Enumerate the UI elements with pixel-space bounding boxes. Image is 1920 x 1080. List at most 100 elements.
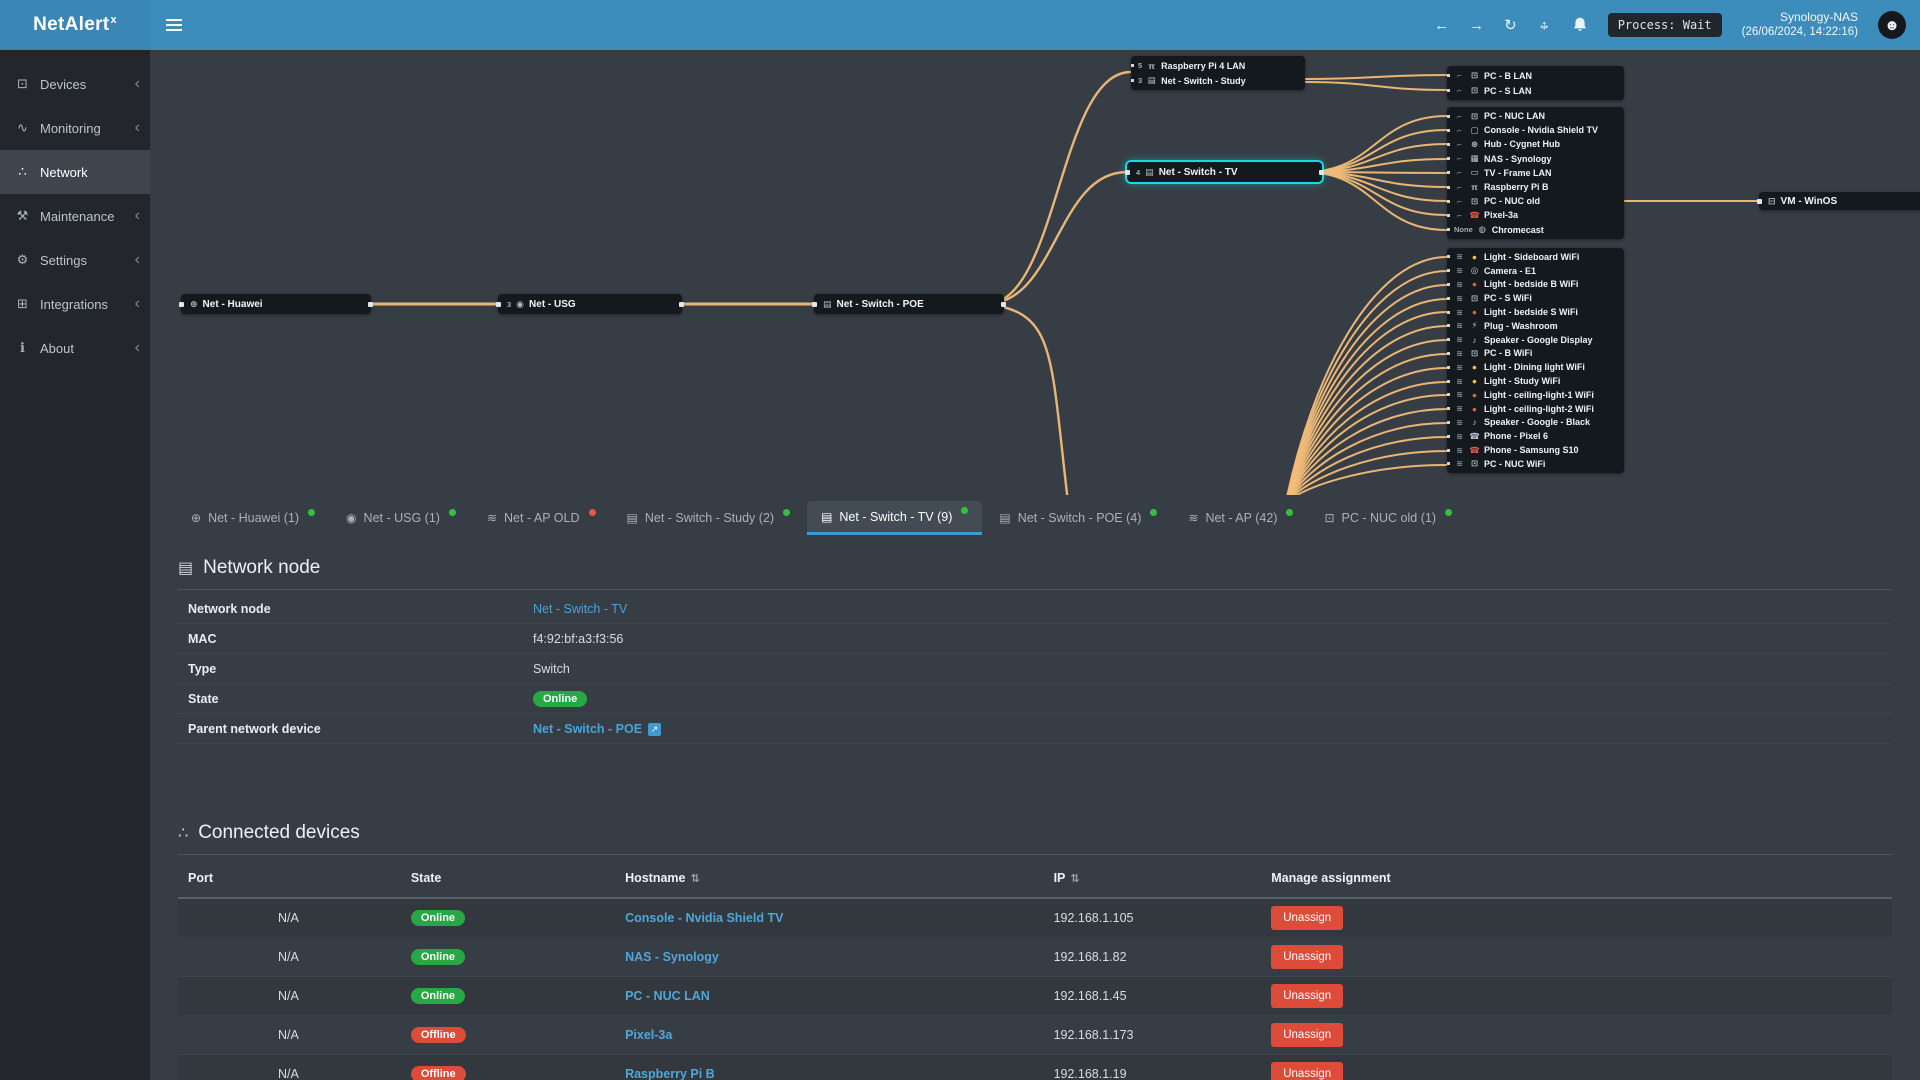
sidebar-item-network[interactable]: ∴ Network <box>0 150 150 194</box>
tab-net-huawei-1[interactable]: ⊕ Net - Huawei (1) <box>177 501 329 535</box>
sidebar-item-monitoring[interactable]: ∿ Monitoring ‹ <box>0 106 150 150</box>
tree-device-label: Raspberry Pi 4 LAN <box>1161 60 1246 71</box>
tree-device-raspberry-pi-4-lan[interactable]: 5 π Raspberry Pi 4 LAN <box>1131 58 1305 73</box>
unassign-button[interactable]: Unassign <box>1271 906 1344 930</box>
server-icon: ▤ <box>178 560 194 577</box>
tree-device-hub-cygnet-hub[interactable]: ⌐ ⊛ Hub - Cygnet Hub <box>1447 137 1624 151</box>
tree-device-net-switch-study[interactable]: 3 ▤ Net - Switch - Study <box>1131 73 1305 88</box>
unassign-button[interactable]: Unassign <box>1271 1023 1344 1047</box>
tree-device-light-ceiling-light-1-wifi[interactable]: ≋ ● Light - ceiling-light-1 WiFi <box>1447 388 1624 402</box>
cell-port: N/A <box>178 1015 401 1055</box>
host-name: Synology-NAS <box>1779 10 1858 25</box>
tree-device-speaker-google-display[interactable]: ≋ ♪ Speaker - Google Display <box>1447 333 1624 347</box>
tree-device-pc-b-lan[interactable]: ⌐ ⊡ PC - B LAN <box>1447 68 1624 83</box>
tree-device-light-dining-light-wifi[interactable]: ≋ ● Light - Dining light WiFi <box>1447 360 1624 374</box>
state-badge: Offline <box>410 1027 466 1043</box>
tree-device-pc-b-wifi[interactable]: ≋ ⊡ PC - B WiFi <box>1447 347 1624 361</box>
settings-icon: ⚙ <box>16 252 29 267</box>
hostname-link[interactable]: PC - NUC LAN <box>625 989 710 1003</box>
host-info: Synology-NAS (26/06/2024, 14:22:16) <box>1742 10 1858 39</box>
tree-cluster-study-group: 5 π Raspberry Pi 4 LAN 3 ▤ Net - Switch - Stu… <box>1131 56 1305 90</box>
tree-device-chromecast[interactable]: None ◍ Chromecast <box>1447 223 1624 237</box>
hostname-link[interactable]: Raspberry Pi B <box>625 1067 715 1080</box>
back-arrow-icon[interactable]: ← <box>1434 18 1449 33</box>
tree-device-label: Pixel-3a <box>1484 210 1519 221</box>
tab-net-switch-study-2[interactable]: ▤ Net - Switch - Study (2) <box>613 501 805 535</box>
tab-net-switch-tv-9[interactable]: ▤ Net - Switch - TV (9) <box>807 501 983 535</box>
tree-node-net-usg[interactable]: 3 ◉ Net - USG <box>496 294 684 314</box>
tree-device-light-study-wifi[interactable]: ≋ ● Light - Study WiFi <box>1447 374 1624 388</box>
tree-device-pc-s-lan[interactable]: ⌐ ⊡ PC - S LAN <box>1447 83 1624 98</box>
state-badge: Online <box>533 690 588 707</box>
tree-device-console-nvidia-shield-tv[interactable]: ⌐ ▢ Console - Nvidia Shield TV <box>1447 123 1624 137</box>
column-header-hostname[interactable]: Hostname ⇅ <box>615 859 1044 899</box>
tree-device-plug-washroom[interactable]: ≋ ⚡ Plug - Washroom <box>1447 319 1624 333</box>
parent-node-link[interactable]: Net - Switch - POE <box>533 722 642 736</box>
connected-devices-section: ∴ Connected devices Port State Hostname ⇅ IP… <box>178 822 1892 1080</box>
tab-net-ap-42[interactable]: ≋ Net - AP (42) <box>1174 501 1307 535</box>
refresh-icon[interactable]: ↻ <box>1504 18 1517 33</box>
tree-node-net-huawei[interactable]: ⊕ Net - Huawei <box>179 294 373 314</box>
tree-device-speaker-google-black[interactable]: ≋ ♪ Speaker - Google - Black <box>1447 416 1624 430</box>
speaker-icon: ♪ <box>1472 417 1477 428</box>
bell-icon[interactable] <box>1572 16 1588 35</box>
tree-cluster-study-devices: ⌐ ⊡ PC - B LAN ⌐ ⊡ PC - S LAN <box>1447 66 1624 100</box>
tree-device-light-bedside-s-wifi[interactable]: ≋ ● Light - bedside S WiFi <box>1447 305 1624 319</box>
sort-icon[interactable]: ⇅ <box>1070 873 1079 885</box>
tree-node-net-switch-poe[interactable]: ▤ Net - Switch - POE <box>812 294 1006 314</box>
column-header-port: Port <box>178 859 401 899</box>
avatar[interactable]: ☻ <box>1878 11 1906 39</box>
move-icon[interactable]: ↔ ↕ <box>1537 17 1552 33</box>
app-logo[interactable]: NetAlert x <box>0 0 150 50</box>
tree-device-pc-nuc-wifi[interactable]: ≋ ⊡ PC - NUC WiFi <box>1447 457 1624 471</box>
column-header-ip[interactable]: IP ⇅ <box>1043 859 1262 899</box>
tree-device-phone-pixel-6[interactable]: ≋ ☎ Phone - Pixel 6 <box>1447 429 1624 443</box>
tree-device-pixel-3a[interactable]: ⌐ ☎ Pixel-3a <box>1447 208 1624 222</box>
switch-icon: ▤ <box>821 509 833 524</box>
info-value: Net - Switch - TV <box>533 602 627 616</box>
unassign-button[interactable]: Unassign <box>1271 945 1344 969</box>
tree-node-net-switch-tv[interactable]: 4 ▤ Net - Switch - TV <box>1125 162 1324 182</box>
tree-device-pc-nuc-lan[interactable]: ⌐ ⊡ PC - NUC LAN <box>1447 109 1624 123</box>
hostname-link[interactable]: Pixel-3a <box>625 1028 672 1042</box>
unassign-button[interactable]: Unassign <box>1271 984 1344 1008</box>
tab-net-usg-1[interactable]: ◉ Net - USG (1) <box>332 501 470 535</box>
tree-device-light-bedside-b-wifi[interactable]: ≋ ● Light - bedside B WiFi <box>1447 278 1624 292</box>
bulb-icon: ● <box>1471 403 1478 414</box>
sidebar-item-devices[interactable]: ⊡ Devices ‹ <box>0 62 150 106</box>
tree-device-pc-nuc-old[interactable]: ⌐ ⊡ PC - NUC old <box>1447 194 1624 208</box>
topbar: NetAlert x ← → ↻ ↔ ↕ Process: Wait Synolo… <box>0 0 1920 50</box>
tree-device-raspberry-pi-b[interactable]: ⌐ π Raspberry Pi B <box>1447 180 1624 194</box>
tab-net-ap-old[interactable]: ≋ Net - AP OLD <box>473 501 610 535</box>
chevron-left-icon: ‹ <box>134 119 140 136</box>
forward-arrow-icon[interactable]: → <box>1469 18 1484 33</box>
tree-device-nas-synology[interactable]: ⌐ ▦ NAS - Synology <box>1447 152 1624 166</box>
hostname-link[interactable]: NAS - Synology <box>625 950 719 964</box>
tree-device-phone-samsung-s10[interactable]: ≋ ☎ Phone - Samsung S10 <box>1447 443 1624 457</box>
tree-node-vm-winos[interactable]: ⊟ VM - WinOS <box>1757 192 1920 210</box>
sidebar-item-maintenance[interactable]: ⚒ Maintenance ‹ <box>0 194 150 238</box>
pc-icon: ⊡ <box>1470 85 1479 95</box>
tree-device-pc-s-wifi[interactable]: ≋ ⊡ PC - S WiFi <box>1447 291 1624 305</box>
hostname-link[interactable]: Console - Nvidia Shield TV <box>625 911 783 925</box>
sidebar-item-settings[interactable]: ⚙ Settings ‹ <box>0 238 150 282</box>
tab-net-switch-poe-4[interactable]: ▤ Net - Switch - POE (4) <box>985 501 1171 535</box>
switch-icon: ▤ <box>626 511 638 525</box>
sort-icon[interactable]: ⇅ <box>691 873 700 885</box>
tree-device-tv-frame-lan[interactable]: ⌐ ▭ TV - Frame LAN <box>1447 166 1624 180</box>
node-link[interactable]: Net - Switch - TV <box>533 602 627 616</box>
external-link-icon[interactable]: ↗ <box>648 722 662 736</box>
tree-node-label: VM - WinOS <box>1780 195 1838 207</box>
tree-device-camera-e1[interactable]: ≋ ◎ Camera - E1 <box>1447 264 1624 278</box>
hamburger-menu-icon[interactable] <box>150 0 198 50</box>
tab-pc-nuc-old-1[interactable]: ⊡ PC - NUC old (1) <box>1310 501 1466 535</box>
sidebar-item-about[interactable]: ℹ About ‹ <box>0 326 150 370</box>
unassign-button[interactable]: Unassign <box>1271 1062 1344 1080</box>
shield-icon: ◉ <box>516 298 525 309</box>
cell-port: N/A <box>178 937 401 977</box>
wifi-icon: ≋ <box>1456 445 1463 455</box>
tree-device-light-ceiling-light-2-wifi[interactable]: ≋ ● Light - ceiling-light-2 WiFi <box>1447 402 1624 416</box>
sidebar-item-integrations[interactable]: ⊞ Integrations ‹ <box>0 282 150 326</box>
tree-device-light-sideboard-wifi[interactable]: ≋ ● Light - Sideboard WiFi <box>1447 250 1624 264</box>
shield-icon: ◉ <box>346 511 357 525</box>
